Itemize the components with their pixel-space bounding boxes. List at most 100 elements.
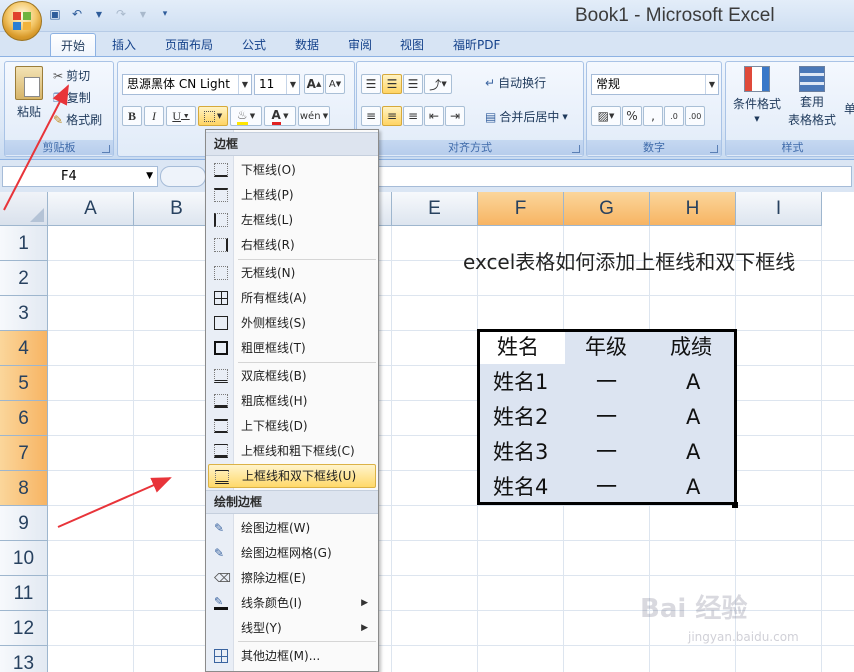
decrease-indent-icon[interactable]: ⇤ (424, 106, 444, 126)
tab-data[interactable]: 数据 (295, 36, 319, 53)
column-header-a[interactable]: A (48, 192, 134, 226)
row-header-10[interactable]: 10 (0, 541, 48, 576)
alignment-launcher-icon[interactable] (572, 145, 580, 153)
menu-item-thick-bottom-border[interactable]: 粗底框线(H) (208, 389, 376, 413)
tab-insert[interactable]: 插入 (112, 36, 136, 53)
save-icon[interactable]: ▣ (46, 5, 64, 23)
formula-input[interactable] (376, 166, 852, 187)
phonetic-button[interactable]: wén ▼ (298, 106, 330, 126)
qat-dropdown-icon[interactable]: ▼ (90, 5, 108, 23)
select-all-button[interactable] (0, 192, 48, 226)
tab-review[interactable]: 审阅 (348, 36, 372, 53)
align-top-icon[interactable]: ☰ (361, 74, 381, 94)
menu-item-top-thick-bottom-border[interactable]: 上框线和粗下框线(C) (208, 439, 376, 463)
menu-item-draw-border-grid[interactable]: ✎ 绘图边框网格(G) (208, 541, 376, 565)
number-launcher-icon[interactable] (710, 145, 718, 153)
line-color-icon: ✎ (214, 596, 228, 610)
shrink-font-button[interactable]: A ▼ (325, 74, 345, 94)
font-name-combo[interactable]: 思源黑体 CN Light ▼ (122, 74, 252, 95)
merge-center-button[interactable]: ▤ 合并后居中 ▼ (485, 108, 568, 125)
row-header-1[interactable]: 1 (0, 226, 48, 261)
formula-bar-handle[interactable] (160, 166, 206, 187)
clipboard-launcher-icon[interactable] (102, 145, 110, 153)
name-box[interactable]: F4 ▼ (2, 166, 158, 187)
table-header-cell: 姓名 (497, 335, 539, 359)
conditional-formatting-button[interactable]: 条件格式 ▼ (730, 66, 784, 123)
percent-button[interactable]: % (622, 106, 642, 126)
comma-button[interactable]: , (643, 106, 663, 126)
menu-item-top-border[interactable]: 上框线(P) (208, 183, 376, 207)
italic-button[interactable]: I (144, 106, 164, 126)
table-cell: A (686, 475, 701, 499)
underline-button[interactable]: U ▼ (166, 106, 196, 126)
fill-handle[interactable] (732, 502, 738, 508)
redo-icon[interactable]: ↷ (112, 5, 130, 23)
menu-item-right-border[interactable]: 右框线(R) (208, 233, 376, 257)
row-header-3[interactable]: 3 (0, 296, 48, 331)
row-header-2[interactable]: 2 (0, 261, 48, 296)
row-header-5[interactable]: 5 (0, 366, 48, 401)
menu-item-erase-border[interactable]: ⌫ 擦除边框(E) (208, 566, 376, 590)
menu-item-thick-box-border[interactable]: 粗匣框线(T) (208, 336, 376, 360)
tab-home[interactable]: 开始 (50, 33, 97, 57)
currency-icon[interactable]: ▨ ▼ (591, 106, 621, 126)
fill-color-button[interactable]: ♨ ▼ (230, 106, 262, 126)
tab-formulas[interactable]: 公式 (242, 36, 266, 53)
row-header-12[interactable]: 12 (0, 611, 48, 646)
menu-item-draw-border[interactable]: ✎ 绘图边框(W) (208, 516, 376, 540)
column-header-i[interactable]: I (736, 192, 822, 226)
row-header-8[interactable]: 8 (0, 471, 48, 506)
align-right-icon[interactable]: ≡ (403, 106, 423, 126)
increase-decimal-icon[interactable]: .0 (664, 106, 684, 126)
format-painter-button[interactable]: ✎ 格式刷 (53, 111, 102, 128)
copy-button[interactable]: ❐ 复制 (53, 89, 91, 106)
menu-item-left-border[interactable]: 左框线(L) (208, 208, 376, 232)
decrease-decimal-icon[interactable]: .00 (685, 106, 705, 126)
align-middle-icon[interactable]: ☰ (382, 74, 402, 94)
undo-icon[interactable]: ↶ (68, 5, 86, 23)
menu-item-all-borders[interactable]: 所有框线(A) (208, 286, 376, 310)
orientation-icon[interactable]: ⤴ ▼ (424, 74, 452, 94)
column-header-f[interactable]: F (478, 192, 564, 226)
row-header-13[interactable]: 13 (0, 646, 48, 672)
cut-label: 剪切 (66, 69, 91, 83)
cut-button[interactable]: ✂ 剪切 (53, 67, 90, 84)
menu-item-no-border[interactable]: 无框线(N) (208, 261, 376, 285)
row-header-4[interactable]: 4 (0, 331, 48, 366)
number-format-combo[interactable]: 常规 ▼ (591, 74, 719, 95)
align-left-icon[interactable]: ≡ (361, 106, 381, 126)
cell-styles-button[interactable]: 单 (844, 100, 854, 117)
align-bottom-icon[interactable]: ☰ (403, 74, 423, 94)
grow-font-button[interactable]: A ▲ (304, 74, 324, 94)
menu-item-outside-borders[interactable]: 外侧框线(S) (208, 311, 376, 335)
row-header-6[interactable]: 6 (0, 401, 48, 436)
paste-button[interactable]: 粘贴 (9, 66, 49, 120)
menu-item-line-color[interactable]: ✎ 线条颜色(I) ▶ (208, 591, 376, 615)
column-header-g[interactable]: G (564, 192, 650, 226)
increase-indent-icon[interactable]: ⇥ (445, 106, 465, 126)
bold-button[interactable]: B (122, 106, 142, 126)
menu-item-line-style[interactable]: 线型(Y) ▶ (208, 616, 376, 640)
customize-qat-icon[interactable]: ▾ (156, 5, 174, 23)
menu-item-top-double-bottom-border[interactable]: 上框线和双下框线(U) (208, 464, 376, 488)
tab-foxit-pdf[interactable]: 福昕PDF (453, 36, 500, 53)
row-header-7[interactable]: 7 (0, 436, 48, 471)
tab-page-layout[interactable]: 页面布局 (165, 36, 213, 53)
menu-item-bottom-double-border[interactable]: 双底框线(B) (208, 364, 376, 388)
font-color-button[interactable]: A ▼ (264, 106, 296, 126)
menu-item-top-bottom-border[interactable]: 上下框线(D) (208, 414, 376, 438)
wrap-text-button[interactable]: ↵ 自动换行 (485, 74, 546, 91)
format-as-table-button[interactable]: 套用 表格格式 (784, 66, 840, 128)
row-header-9[interactable]: 9 (0, 506, 48, 541)
column-header-h[interactable]: H (650, 192, 736, 226)
row-header-11[interactable]: 11 (0, 576, 48, 611)
office-button[interactable] (2, 1, 42, 41)
tab-view[interactable]: 视图 (400, 36, 424, 53)
column-header-e[interactable]: E (392, 192, 478, 226)
font-size-combo[interactable]: 11 ▼ (254, 74, 300, 95)
qat-dropdown-icon[interactable]: ▼ (134, 5, 152, 23)
menu-item-more-borders[interactable]: 其他边框(M)... (208, 644, 376, 668)
align-center-icon[interactable]: ≡ (382, 106, 402, 126)
borders-button[interactable]: ▼ (198, 106, 228, 126)
menu-item-bottom-border[interactable]: 下框线(O) (208, 158, 376, 182)
